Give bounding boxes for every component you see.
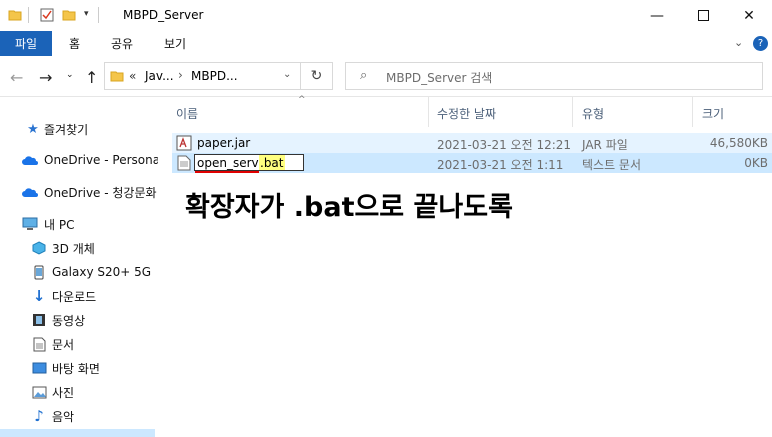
star-icon: ★ bbox=[27, 121, 39, 137]
search-placeholder: MBPD_Server 검색 bbox=[386, 71, 493, 85]
window-title: MBPD_Server bbox=[123, 8, 204, 22]
column-type[interactable]: 유형 bbox=[582, 105, 604, 122]
file-name: paper.jar bbox=[197, 136, 251, 150]
nav-item-downloads[interactable]: ↓ 다운로드 bbox=[0, 285, 158, 307]
properties-icon[interactable] bbox=[40, 8, 54, 22]
help-icon[interactable]: ? bbox=[753, 36, 768, 51]
back-arrow-icon[interactable]: ← bbox=[10, 68, 23, 87]
tab-file[interactable]: 파일 bbox=[0, 31, 52, 56]
nav-item-videos[interactable]: 동영상 bbox=[0, 309, 158, 331]
tab-view[interactable]: 보기 bbox=[164, 31, 186, 56]
nav-item-documents[interactable]: 문서 bbox=[0, 333, 158, 355]
nav-item-favorites[interactable]: ★ 즐겨찾기 bbox=[0, 118, 158, 140]
file-modified: 2021-03-21 오전 12:21 bbox=[437, 138, 572, 152]
file-type: JAR 파일 bbox=[582, 138, 628, 152]
nav-item-pictures[interactable]: 사진 bbox=[0, 381, 158, 403]
cloud-icon bbox=[22, 184, 38, 200]
red-underline-annotation bbox=[195, 171, 259, 173]
cube-icon bbox=[31, 240, 47, 256]
instruction-annotation: 확장자가 .bat으로 끝나도록 bbox=[185, 192, 513, 223]
desktop-icon bbox=[31, 360, 47, 376]
ribbon-tabs: 파일 홈 공유 보기 ⌄ ? bbox=[0, 31, 772, 56]
expand-ribbon-icon[interactable]: ⌄ bbox=[734, 36, 743, 49]
nav-item-galaxy[interactable]: Galaxy S20+ 5G bbox=[0, 261, 158, 283]
search-icon: ⌕ bbox=[360, 68, 368, 83]
picture-icon bbox=[31, 384, 47, 400]
search-box[interactable]: ⌕ MBPD_Server 검색 bbox=[345, 62, 763, 90]
minimize-icon: — bbox=[650, 7, 664, 24]
tab-home[interactable]: 홈 bbox=[69, 31, 80, 56]
file-type: 텍스트 문서 bbox=[582, 158, 642, 172]
maximize-button[interactable] bbox=[680, 0, 726, 31]
document-icon bbox=[31, 336, 47, 352]
music-icon: ♪ bbox=[34, 407, 44, 425]
new-folder-icon[interactable] bbox=[62, 8, 76, 22]
forward-arrow-icon[interactable]: → bbox=[39, 68, 52, 87]
video-icon bbox=[31, 312, 47, 328]
address-dropdown-icon[interactable]: ⌄ bbox=[283, 69, 291, 80]
file-list-header: ^ 이름 수정한 날짜 유형 크기 bbox=[168, 95, 772, 127]
nav-item-partial[interactable] bbox=[0, 429, 155, 437]
breadcrumb-java[interactable]: Jav... bbox=[145, 69, 174, 83]
minimize-button[interactable]: — bbox=[634, 0, 680, 31]
column-name[interactable]: 이름 bbox=[176, 105, 198, 122]
file-row[interactable]: paper.jar 2021-03-21 오전 12:21 JAR 파일 46,… bbox=[172, 133, 772, 153]
nav-item-onedrive-school[interactable]: OneDrive - 청강문화 bbox=[0, 181, 158, 203]
refresh-button[interactable]: ↻ bbox=[301, 62, 333, 90]
nav-item-music[interactable]: ♪ 음악 bbox=[0, 405, 158, 427]
download-icon: ↓ bbox=[32, 287, 46, 305]
folder-icon bbox=[110, 69, 124, 86]
nav-item-desktop[interactable]: 바탕 화면 bbox=[0, 357, 158, 379]
overflow-chevron[interactable]: « bbox=[129, 69, 136, 83]
rename-input[interactable]: open_server .bat bbox=[194, 154, 304, 171]
rename-extension-highlight: .bat bbox=[259, 155, 285, 170]
quick-access-dropdown-icon[interactable]: ▾ bbox=[84, 9, 89, 19]
up-arrow-icon[interactable]: ↑ bbox=[85, 68, 98, 87]
breadcrumb-mbpd[interactable]: MBPD... bbox=[191, 69, 238, 83]
file-modified: 2021-03-21 오전 1:11 bbox=[437, 158, 564, 172]
text-file-icon bbox=[177, 155, 191, 174]
column-size[interactable]: 크기 bbox=[702, 105, 724, 122]
maximize-icon bbox=[697, 10, 709, 21]
close-icon: ✕ bbox=[743, 7, 755, 24]
breadcrumb-separator[interactable]: › bbox=[178, 68, 183, 82]
file-size: 46,580KB bbox=[709, 136, 768, 150]
phone-icon bbox=[31, 264, 47, 280]
cloud-icon bbox=[22, 152, 38, 168]
file-row[interactable]: open_server .bat 2021-03-21 오전 1:11 텍스트 … bbox=[172, 153, 772, 173]
recent-locations-icon[interactable]: ⌄ bbox=[66, 70, 74, 80]
refresh-icon: ↻ bbox=[310, 68, 323, 84]
nav-item-this-pc[interactable]: 내 PC bbox=[0, 213, 158, 235]
nav-item-3d-objects[interactable]: 3D 개체 bbox=[0, 237, 158, 259]
jar-file-icon bbox=[176, 135, 192, 154]
close-button[interactable]: ✕ bbox=[726, 0, 772, 31]
navigation-pane: ★ 즐겨찾기 OneDrive - Personal OneDrive - 청강… bbox=[0, 97, 158, 437]
sort-arrow-icon: ^ bbox=[298, 95, 306, 105]
folder-icon bbox=[8, 8, 22, 22]
navigation-bar: ← → ⌄ ↑ « Jav... › MBPD... ⌄ ↻ ⌕ MBPD_Se… bbox=[0, 56, 772, 97]
tab-share[interactable]: 공유 bbox=[111, 31, 133, 56]
pc-icon bbox=[22, 216, 38, 232]
column-modified[interactable]: 수정한 날짜 bbox=[437, 105, 496, 122]
nav-item-onedrive-personal[interactable]: OneDrive - Personal bbox=[0, 149, 158, 171]
address-bar[interactable]: « Jav... › MBPD... ⌄ bbox=[104, 62, 301, 90]
title-bar: ▾ MBPD_Server — ✕ bbox=[0, 0, 772, 31]
file-size: 0KB bbox=[744, 156, 768, 170]
